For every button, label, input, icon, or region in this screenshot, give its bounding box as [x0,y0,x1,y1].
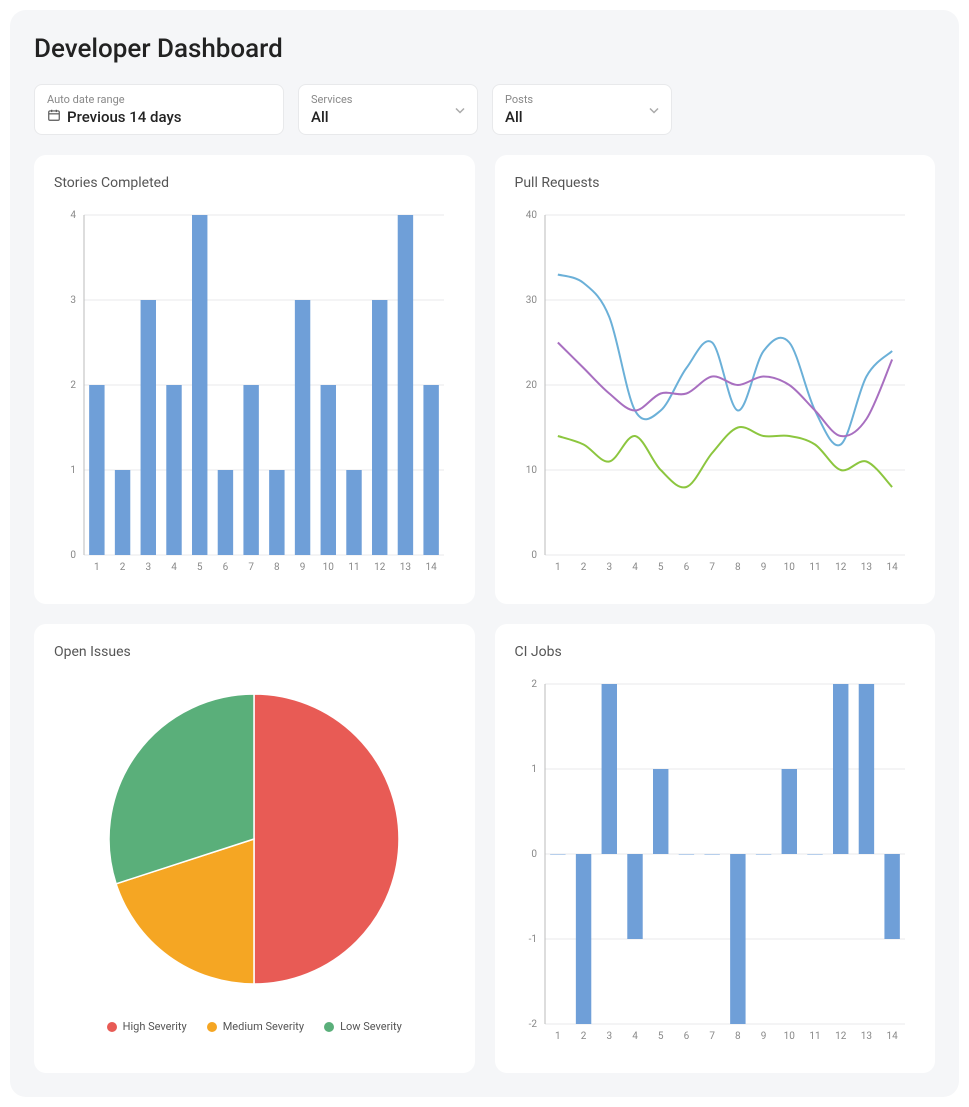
chevron-down-icon [455,100,465,119]
pull-requests-line-chart: 0102030401234567891011121314 [515,205,916,580]
filter-value: All [505,108,523,126]
svg-text:5: 5 [197,562,203,573]
svg-text:9: 9 [300,562,306,573]
svg-text:4: 4 [632,562,638,573]
stories-bar-chart: 012341234567891011121314 [54,205,455,580]
card-title: Pull Requests [515,175,916,191]
chevron-down-icon [649,100,659,119]
filter-value: Previous 14 days [67,108,182,126]
date-range-filter[interactable]: Auto date range Previous 14 days [34,84,284,135]
svg-text:6: 6 [223,562,229,573]
svg-text:4: 4 [632,1031,638,1042]
services-filter[interactable]: Services All [298,84,478,135]
pulls-card: Pull Requests 01020304012345678910111213… [495,155,936,604]
legend-label: Medium Severity [223,1020,304,1033]
svg-text:-1: -1 [528,934,536,945]
svg-text:12: 12 [835,562,847,573]
legend-dot-icon [207,1022,217,1032]
dashboard: Developer Dashboard Auto date range Prev… [10,10,959,1097]
svg-text:11: 11 [348,562,359,573]
svg-text:3: 3 [606,562,612,573]
svg-text:8: 8 [735,1031,741,1042]
issues-card: Open Issues High Severity Medium Severit… [34,624,475,1073]
open-issues-pie-chart [54,674,455,1004]
svg-text:12: 12 [374,562,386,573]
svg-text:7: 7 [709,562,715,573]
svg-text:11: 11 [809,562,820,573]
svg-text:10: 10 [783,562,795,573]
svg-text:0: 0 [531,849,537,860]
svg-text:13: 13 [400,562,411,573]
svg-text:6: 6 [683,1031,689,1042]
charts-grid: Stories Completed 0123412345678910111213… [34,155,935,1073]
svg-text:1: 1 [555,562,561,573]
card-title: Open Issues [54,644,455,660]
page-title: Developer Dashboard [34,34,935,64]
svg-text:40: 40 [525,210,537,221]
svg-text:2: 2 [580,1031,586,1042]
svg-text:13: 13 [860,1031,871,1042]
svg-text:3: 3 [70,295,76,306]
legend-label: High Severity [123,1020,187,1033]
svg-text:11: 11 [809,1031,820,1042]
svg-text:8: 8 [274,562,280,573]
svg-text:2: 2 [531,679,537,690]
svg-text:10: 10 [323,562,335,573]
svg-text:6: 6 [683,562,689,573]
svg-text:10: 10 [783,1031,795,1042]
svg-text:1: 1 [94,562,100,573]
svg-text:0: 0 [70,550,76,561]
ci-card: CI Jobs -2-10121234567891011121314 [495,624,936,1073]
ci-jobs-bar-chart: -2-10121234567891011121314 [515,674,916,1049]
svg-text:0: 0 [531,550,537,561]
svg-text:14: 14 [886,1031,898,1042]
card-title: CI Jobs [515,644,916,660]
filter-value: All [311,108,329,126]
svg-text:14: 14 [886,562,898,573]
svg-text:8: 8 [735,562,741,573]
svg-text:13: 13 [860,562,871,573]
svg-text:10: 10 [525,465,537,476]
legend-dot-icon [324,1022,334,1032]
svg-text:7: 7 [709,1031,715,1042]
legend-item-medium: Medium Severity [207,1020,304,1033]
svg-text:2: 2 [120,562,126,573]
svg-text:1: 1 [531,764,537,775]
svg-text:7: 7 [248,562,254,573]
svg-text:9: 9 [760,562,766,573]
calendar-icon [47,108,61,126]
svg-text:3: 3 [606,1031,612,1042]
card-title: Stories Completed [54,175,455,191]
posts-filter[interactable]: Posts All [492,84,672,135]
legend-label: Low Severity [340,1020,402,1033]
filters-row: Auto date range Previous 14 days Service… [34,84,935,135]
svg-text:2: 2 [70,380,76,391]
svg-text:1: 1 [70,465,76,476]
svg-text:-2: -2 [528,1019,537,1030]
legend-item-high: High Severity [107,1020,187,1033]
legend-item-low: Low Severity [324,1020,402,1033]
svg-text:30: 30 [525,295,537,306]
legend-dot-icon [107,1022,117,1032]
svg-text:4: 4 [70,210,76,221]
svg-text:3: 3 [145,562,151,573]
svg-text:4: 4 [171,562,177,573]
svg-text:20: 20 [525,380,537,391]
svg-text:9: 9 [760,1031,766,1042]
filter-label: Posts [505,93,659,106]
svg-text:5: 5 [657,562,663,573]
svg-text:14: 14 [426,562,438,573]
pie-legend: High Severity Medium Severity Low Severi… [54,1020,455,1033]
svg-text:12: 12 [835,1031,847,1042]
svg-text:2: 2 [580,562,586,573]
filter-label: Services [311,93,465,106]
stories-card: Stories Completed 0123412345678910111213… [34,155,475,604]
filter-label: Auto date range [47,93,271,106]
svg-text:5: 5 [657,1031,663,1042]
svg-text:1: 1 [555,1031,561,1042]
